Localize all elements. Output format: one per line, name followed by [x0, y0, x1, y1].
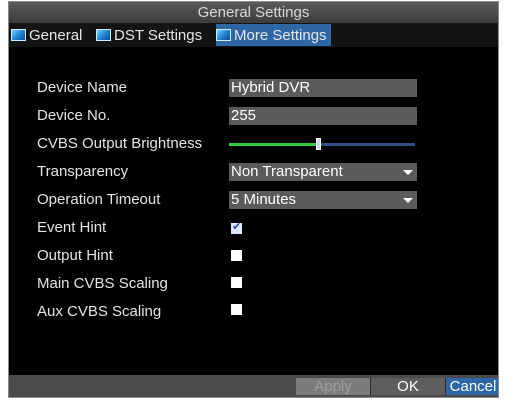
output-hint-label: Output Hint: [37, 247, 113, 264]
main-cvbs-scaling-label: Main CVBS Scaling: [37, 275, 168, 292]
device-name-label: Device Name: [37, 79, 128, 96]
tab-label: DST Settings: [114, 26, 203, 44]
operation-timeout-label: Operation Timeout: [37, 191, 161, 208]
check-icon: ✔: [232, 221, 242, 233]
tab-general[interactable]: General: [11, 24, 82, 46]
event-hint-checkbox[interactable]: ✔: [231, 221, 242, 234]
output-hint-checkbox[interactable]: [231, 250, 242, 261]
aux-cvbs-scaling-label: Aux CVBS Scaling: [37, 303, 162, 320]
operation-timeout-value: 5 Minutes: [231, 191, 297, 208]
slider-thumb[interactable]: [316, 138, 321, 150]
ok-button[interactable]: OK: [370, 378, 445, 395]
apply-button[interactable]: Apply: [296, 378, 370, 395]
settings-tab-icon: [96, 29, 111, 41]
cvbs-brightness-slider[interactable]: [229, 138, 415, 150]
device-name-input[interactable]: Hybrid DVR: [229, 79, 417, 97]
tab-more-settings[interactable]: More Settings: [216, 24, 331, 46]
window-title: General Settings: [9, 2, 498, 23]
tab-label: General: [29, 26, 83, 44]
transparency-select[interactable]: Non Transparent: [229, 163, 417, 181]
chevron-down-icon: [403, 198, 413, 203]
tab-bar: General DST Settings More Settings: [9, 23, 498, 47]
transparency-label: Transparency: [37, 163, 129, 180]
device-no-input[interactable]: 255: [229, 107, 417, 125]
transparency-value: Non Transparent: [231, 163, 343, 180]
settings-tab-icon: [11, 29, 26, 41]
slider-fill: [229, 143, 318, 146]
device-no-label: Device No.: [37, 107, 111, 124]
tab-dst-settings[interactable]: DST Settings: [96, 24, 202, 46]
main-cvbs-scaling-checkbox[interactable]: [231, 277, 242, 288]
event-hint-label: Event Hint: [37, 219, 107, 236]
cvbs-brightness-label: CVBS Output Brightness: [37, 135, 203, 152]
button-bar: Apply OK Cancel: [9, 375, 498, 397]
settings-tab-icon: [216, 29, 231, 41]
operation-timeout-select[interactable]: 5 Minutes: [229, 191, 417, 209]
cancel-button[interactable]: Cancel: [445, 378, 498, 395]
tab-label: More Settings: [234, 26, 327, 44]
chevron-down-icon: [403, 170, 413, 175]
aux-cvbs-scaling-checkbox[interactable]: [231, 304, 242, 315]
settings-window: General Settings General DST Settings Mo…: [8, 1, 499, 398]
